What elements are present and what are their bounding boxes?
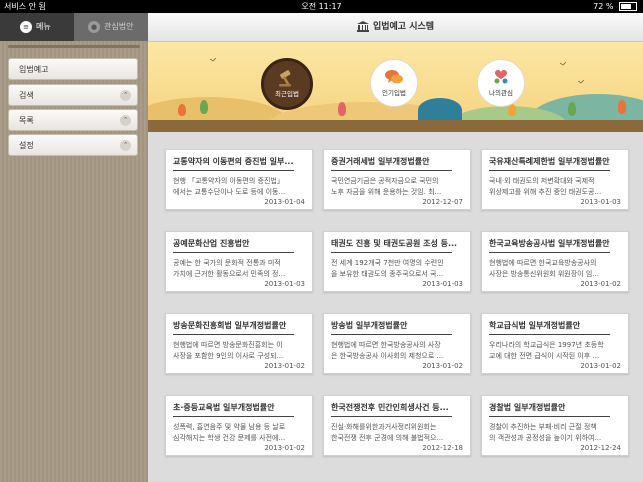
bill-summary: 우리나라의 학교급식은 1997년 초등학 교에 대한 전면 급식이 시작된 이후… [489, 341, 604, 360]
person-icon: ● [88, 20, 100, 33]
sidebar-item-label: 검색 [19, 91, 34, 100]
bill-summary: 경찰이 추진하는 부패·비리 근절 정책 의 객관성과 공정성을 높이기 위하여.… [489, 423, 602, 442]
bill-title: 방송법 일부개정법률안 [331, 321, 408, 330]
bill-date: 2013-01-03 [422, 280, 463, 288]
heart-person-icon [494, 70, 508, 84]
bill-date: 2012-12-07 [422, 198, 463, 206]
bill-card[interactable]: 한국전쟁전후 민간인희생사건 등... 진실·화해를위한과거사정리위원회는 한국전… [323, 395, 471, 456]
capitol-building-icon [356, 21, 369, 32]
clock: 오전 11:17 [301, 2, 342, 11]
bill-card[interactable]: 국유재산특례제한법 일부개정법률안 국내·외 태권도의 저변확대와 국제적 위상제… [481, 149, 629, 210]
sidebar: ≡ 메뉴 ● 관심법안 입법예고 검색 ⌃ 목록 ⌃ 설정 ⌃ [0, 13, 148, 482]
nav-bar: 입법예고 시스템 [148, 13, 643, 42]
my-interest-label: 나의관심 [489, 89, 513, 97]
sidebar-divider [8, 45, 140, 48]
category-banner: 최근입법 인기입법 나의관심 [148, 42, 643, 132]
sidebar-item-search[interactable]: 검색 ⌃ [8, 84, 138, 106]
bill-card[interactable]: 교통약자의 이동편의 증진법 일부... 현행 「교통약자의 이동편의 증진법」… [165, 149, 313, 210]
bill-date: 2012-12-24 [580, 444, 621, 452]
bill-card[interactable]: 방송문화진흥회법 일부개정법률안 현행법에 따르면 방송문화진흥회는 이 사장을 … [165, 313, 313, 374]
bill-summary: 진실·화해를위한과거사정리위원회는 한국전쟁 전후 군경에 의해 불법적으... [331, 423, 444, 442]
gavel-icon [279, 70, 291, 87]
sidebar-tabs: ≡ 메뉴 ● 관심법안 [0, 13, 148, 41]
bill-card[interactable]: 공예문화산업 진흥법안 공예는 한 국가의 문화적 전통과 미적 가치에 근거한 … [165, 231, 313, 292]
tree-decoration [618, 100, 626, 114]
bill-date: 2013-01-04 [264, 198, 305, 206]
tab-favorites[interactable]: ● 관심법안 [74, 13, 148, 41]
tab-favorites-label: 관심법안 [104, 22, 134, 31]
popular-legislation-label: 인기입법 [382, 89, 406, 97]
bird-icon [578, 80, 584, 84]
banner-ground [148, 120, 643, 132]
tree-decoration [568, 102, 576, 116]
chevron-up-icon: ⌃ [120, 90, 131, 101]
bill-summary: 성폭력, 흡연음주 및 약물 남용 등 날로 심각해지는 학생 건강 문제를 사전… [173, 423, 286, 442]
sidebar-item-settings[interactable]: 설정 ⌃ [8, 134, 138, 156]
bill-date: 2013-01-02 [580, 362, 621, 370]
bill-title: 태권도 진흥 및 태권도공원 조성 등... [331, 239, 458, 248]
bill-summary: 현행법에 따르면 방송문화진흥회는 이 사장을 포함한 9인의 이사로 구성되..… [173, 341, 284, 360]
my-interest-button[interactable]: 나의관심 [477, 59, 525, 107]
bill-card[interactable]: 학교급식법 일부개정법률안 우리나라의 학교급식은 1997년 초등학 교에 대한… [481, 313, 629, 374]
bill-summary: 공예는 한 국가의 문화적 전통과 미적 가치에 근거한 활동으로서 민족의 정.… [173, 259, 286, 278]
bill-title: 초·중등교육법 일부개정법률안 [173, 403, 275, 412]
bill-card[interactable]: 증권거래세법 일부개정법률안 국민연금기금은 공적자금으로 국민의 노후 자금을 … [323, 149, 471, 210]
page-title-text: 입법예고 시스템 [372, 22, 435, 32]
bill-date: 2013-01-03 [580, 198, 621, 206]
bird-icon [560, 62, 566, 66]
battery-icon [619, 2, 637, 11]
bill-date: 2013-01-02 [422, 362, 463, 370]
bill-date: 2013-01-03 [264, 280, 305, 288]
bill-card[interactable]: 태권도 진흥 및 태권도공원 조성 등... 전 세계 192개국 7천만 여명… [323, 231, 471, 292]
tab-menu[interactable]: ≡ 메뉴 [0, 13, 74, 41]
bill-date: 2013-01-02 [264, 444, 305, 452]
bill-date: 2012-12-18 [422, 444, 463, 452]
battery-percent: 72 % [593, 2, 614, 11]
sidebar-item-label: 설정 [19, 141, 34, 150]
bill-title: 국유재산특례제한법 일부개정법률안 [489, 157, 610, 166]
bill-card[interactable]: 초·중등교육법 일부개정법률안 성폭력, 흡연음주 및 약물 남용 등 날로 심각… [165, 395, 313, 456]
bill-card[interactable]: 한국교육방송공사법 일부개정법률안 현행법에 따르면 한국교육방송공사의 사장은 … [481, 231, 629, 292]
bill-title: 공예문화산업 진흥법안 [173, 239, 250, 248]
bill-card[interactable]: 경찰법 일부개정법률안 경찰이 추진하는 부패·비리 근절 정책 의 객관성과 공… [481, 395, 629, 456]
bill-summary: 현행법에 따르면 한국교육방송공사의 사장은 방송통신위원회 위원장이 임... [489, 259, 599, 278]
status-bar: 서비스 안 됨 오전 11:17 72 % [0, 0, 643, 13]
sidebar-item-label: 입법예고 [19, 65, 49, 74]
tree-decoration [200, 100, 208, 114]
recent-legislation-label: 최근입법 [275, 90, 299, 98]
tree-decoration [178, 104, 186, 116]
list-icon: ≡ [20, 20, 32, 33]
bill-title: 한국전쟁전후 민간인희생사건 등... [331, 403, 449, 412]
recent-legislation-button[interactable]: 최근입법 [261, 58, 313, 110]
bill-summary: 국내·외 태권도의 저변확대와 국제적 위상제고를 위해 추진 중인 태권도공..… [489, 177, 602, 196]
bird-icon [210, 58, 216, 62]
bill-summary: 전 세계 192개국 7천만 여명의 수련인 을 보유한 태권도의 종주국으로서 … [331, 259, 444, 278]
chevron-up-icon: ⌃ [120, 140, 131, 151]
main-content: 입법예고 시스템 최근입법 인기입법 나의관심 교통약자의 이동편의 증진법 일… [148, 13, 643, 482]
bill-card[interactable]: 방송법 일부개정법률안 현행법에 따르면 한국방송공사의 사장 은 한국방송공사 … [323, 313, 471, 374]
bill-title: 학교급식법 일부개정법률안 [489, 321, 581, 330]
bill-title: 경찰법 일부개정법률안 [489, 403, 566, 412]
bill-date: 2013-01-02 [580, 280, 621, 288]
sidebar-item-list[interactable]: 목록 ⌃ [8, 109, 138, 131]
popular-legislation-button[interactable]: 인기입법 [370, 59, 418, 107]
bill-summary: 국민연금기금은 공적자금으로 국민의 노후 자금을 위해 운용하는 것임. 최..… [331, 177, 442, 196]
bill-title: 한국교육방송공사법 일부개정법률안 [489, 239, 610, 248]
tab-menu-label: 메뉴 [36, 22, 51, 31]
chevron-up-icon: ⌃ [120, 115, 131, 126]
tree-decoration [508, 104, 516, 116]
bill-summary: 현행법에 따르면 한국방송공사의 사장 은 한국방송공사 이사회의 제청으로 ..… [331, 341, 444, 360]
chat-bubbles-icon [385, 70, 403, 84]
page-title: 입법예고 시스템 [148, 13, 643, 41]
sidebar-item-legislation-notice[interactable]: 입법예고 [8, 58, 138, 80]
bill-title: 증권거래세법 일부개정법률안 [331, 157, 430, 166]
bill-title: 교통약자의 이동편의 증진법 일부... [173, 157, 294, 166]
bill-title: 방송문화진흥회법 일부개정법률안 [173, 321, 287, 330]
tree-decoration [338, 102, 346, 116]
battery-status: 72 % [593, 0, 637, 13]
sidebar-item-label: 목록 [19, 116, 34, 125]
bill-date: 2013-01-02 [264, 362, 305, 370]
dome-building-icon [418, 98, 462, 122]
bill-summary: 현행 「교통약자의 이동편의 증진법」 에서는 교통수단이나 도로 등에 이동..… [173, 177, 286, 196]
